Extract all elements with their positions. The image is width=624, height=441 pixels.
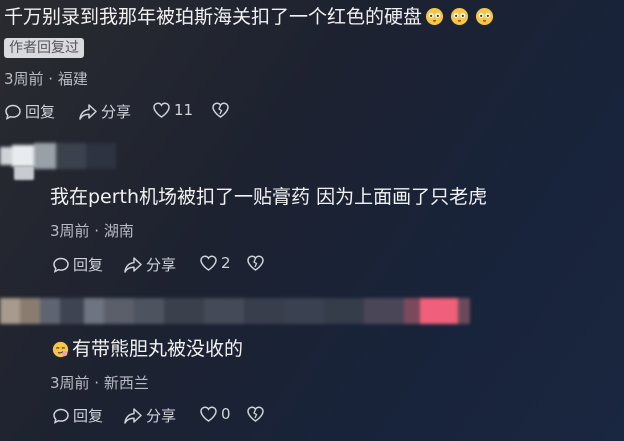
reply-icon	[53, 408, 69, 424]
comment-text: 千万别录到我那年被珀斯海关扣了一个红色的硬盘	[4, 4, 494, 30]
heart-icon	[200, 406, 217, 422]
broken-heart-icon	[212, 102, 229, 118]
reply-icon	[5, 104, 21, 120]
reply-meta: 3周前 · 湖南	[50, 222, 134, 240]
share-button[interactable]: 分享	[123, 405, 176, 426]
reply-button[interactable]: 回复	[52, 405, 103, 426]
dislike-button[interactable]	[211, 101, 230, 119]
like-button[interactable]: 2	[199, 254, 231, 272]
blurred-user-info	[0, 298, 470, 324]
smirking-face-icon	[52, 341, 69, 358]
dislike-button[interactable]	[246, 254, 265, 272]
reply-button[interactable]: 回复	[4, 101, 55, 122]
reply-text: 有带熊胆丸被没收的	[52, 336, 243, 362]
flushed-face-icon	[475, 7, 494, 26]
reply-text: 我在perth机场被扣了一贴膏药 因为上面画了只老虎	[50, 186, 488, 208]
comment-meta: 3周前 · 福建	[4, 70, 88, 88]
heart-icon	[200, 255, 217, 271]
share-button[interactable]: 分享	[78, 101, 131, 122]
heart-icon	[153, 102, 170, 118]
flushed-face-icon	[425, 7, 444, 26]
broken-heart-icon	[247, 406, 264, 422]
dislike-button[interactable]	[246, 405, 265, 423]
reply-button[interactable]: 回复	[52, 254, 103, 275]
author-replied-badge: 作者回复过	[4, 38, 84, 58]
flushed-face-icon	[450, 7, 469, 26]
share-icon	[79, 103, 97, 120]
avatar	[14, 166, 34, 180]
share-button[interactable]: 分享	[123, 254, 176, 275]
broken-heart-icon	[247, 255, 264, 271]
reply-meta: 3周前 · 新西兰	[50, 374, 149, 392]
like-button[interactable]: 0	[199, 405, 231, 423]
share-icon	[124, 256, 142, 273]
like-button[interactable]: 11	[152, 101, 193, 119]
reply-icon	[53, 257, 69, 273]
share-icon	[124, 407, 142, 424]
